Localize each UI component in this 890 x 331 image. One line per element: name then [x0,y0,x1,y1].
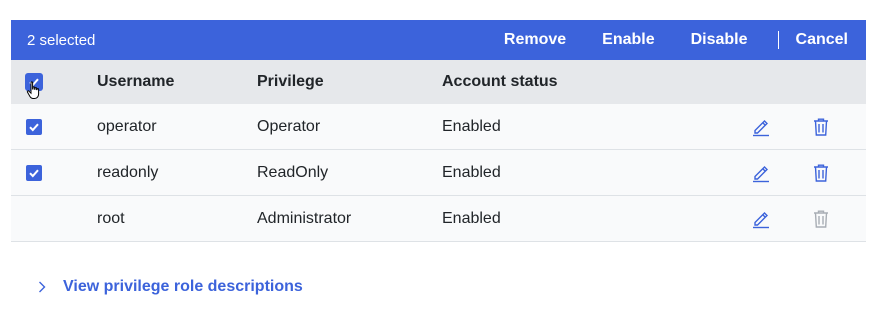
privilege-cell: Operator [257,117,321,135]
column-header-username[interactable]: Username [97,60,174,104]
pencil-icon [753,119,769,136]
column-header-account-status[interactable]: Account status [442,60,558,104]
privilege-cell: Administrator [257,209,352,227]
table-row: root Administrator Enabled [11,196,866,242]
username-cell: operator [97,117,157,135]
table-row: readonly ReadOnly Enabled [11,150,866,196]
check-icon [29,169,39,177]
delete-button[interactable] [810,162,832,184]
trash-icon [814,210,828,228]
username-cell: readonly [97,163,159,181]
disable-button[interactable]: Disable [673,20,766,60]
trash-icon [814,164,828,182]
table-row: operator Operator Enabled [11,104,866,150]
enable-button[interactable]: Enable [584,20,672,60]
view-privilege-roles-link[interactable]: View privilege role descriptions [37,278,303,296]
chevron-right-icon [39,281,46,293]
trash-icon [814,118,828,136]
selection-toolbar: 2 selected Remove Enable Disable Cancel [11,20,866,60]
check-icon [29,123,39,131]
selected-count: 2 selected [27,31,96,49]
cancel-button[interactable]: Cancel [779,20,866,60]
pencil-icon [753,165,769,182]
pencil-icon [753,211,769,228]
table-header-row: Username Privilege Account status [11,60,866,104]
edit-button[interactable] [750,162,772,184]
select-all-cell [26,60,42,104]
row-checkbox[interactable] [26,118,42,135]
edit-button[interactable] [750,116,772,138]
remove-button[interactable]: Remove [486,20,584,60]
status-cell: Enabled [442,163,501,181]
toolbar-actions: Remove Enable Disable Cancel [486,20,866,60]
username-cell: root [97,209,125,227]
column-header-privilege[interactable]: Privilege [257,60,324,104]
status-cell: Enabled [442,117,501,135]
view-privilege-roles-label: View privilege role descriptions [63,278,303,295]
status-cell: Enabled [442,209,501,227]
privilege-cell: ReadOnly [257,163,329,181]
delete-button-disabled [810,208,832,230]
edit-button[interactable] [750,208,772,230]
users-table: Username Privilege Account status operat… [11,60,866,242]
hand-cursor-icon [26,81,40,99]
delete-button[interactable] [810,116,832,138]
row-checkbox[interactable] [26,164,42,181]
